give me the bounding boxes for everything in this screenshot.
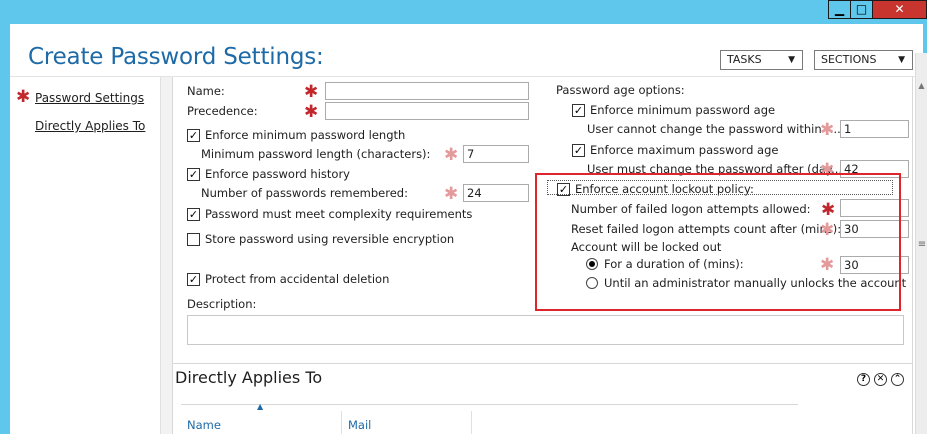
- precedence-label: Precedence:: [187, 104, 258, 118]
- minimize-button[interactable]: ▁: [828, 0, 851, 19]
- sections-dropdown[interactable]: SECTIONS ▼: [814, 50, 913, 70]
- collapse-icon[interactable]: ⌃: [891, 373, 904, 386]
- password-settings-panel: Name: ✱ Precedence: ✱ ✓ Enforce minimum …: [172, 77, 913, 364]
- window-frame-left: [0, 24, 10, 434]
- failed-attempts-label: Number of failed logon attempts allowed:: [571, 202, 811, 216]
- minimize-icon: ▁: [834, 2, 845, 16]
- close-icon: ✕: [894, 2, 905, 16]
- title-bar: ▁ □ ✕: [0, 0, 927, 24]
- enforce-max-age-checkbox[interactable]: ✓: [572, 144, 585, 157]
- chevron-down-icon: ▼: [898, 55, 905, 65]
- sort-ascending-icon: ▲: [257, 402, 264, 411]
- admin-unlock-label: Until an administrator manually unlocks …: [604, 276, 907, 290]
- enforce-max-age-label: Enforce maximum password age: [590, 143, 779, 157]
- nav-item-label: Password Settings: [35, 91, 145, 105]
- enforce-min-length-checkbox[interactable]: ✓: [187, 129, 200, 142]
- page-title: Create Password Settings:: [28, 44, 324, 70]
- protect-deletion-label: Protect from accidental deletion: [205, 272, 390, 286]
- description-label: Description:: [187, 297, 257, 311]
- enforce-lockout-label: Enforce account lockout policy:: [575, 182, 754, 196]
- duration-label: For a duration of (mins):: [604, 257, 744, 271]
- max-age-input[interactable]: 42: [840, 160, 909, 178]
- history-label: Number of passwords remembered:: [201, 186, 408, 200]
- name-input[interactable]: [325, 82, 529, 100]
- dialog-body: Create Password Settings: TASKS ▼ SECTIO…: [10, 24, 923, 434]
- enforce-lockout-checkbox[interactable]: ✓: [557, 183, 570, 196]
- applies-to-grid-header: ▲ Name Mail: [181, 402, 798, 434]
- restore-button[interactable]: □: [850, 0, 873, 19]
- section-title: Directly Applies To: [175, 368, 323, 387]
- nav-item-password-settings[interactable]: Password Settings: [35, 91, 144, 105]
- required-icon: ✱: [820, 160, 835, 180]
- duration-input[interactable]: 30: [840, 256, 909, 274]
- required-icon: ✱: [16, 87, 31, 107]
- duration-radio[interactable]: [586, 258, 598, 270]
- history-input[interactable]: 24: [463, 184, 529, 202]
- password-age-options-label: Password age options:: [556, 83, 685, 97]
- required-icon: ✱: [444, 184, 459, 204]
- directly-applies-to-section: Directly Applies To ? ✕ ⌃ ▲ Name Mail: [172, 363, 913, 434]
- enforce-min-age-checkbox[interactable]: ✓: [572, 104, 585, 117]
- enforce-min-age-label: Enforce minimum password age: [590, 103, 776, 117]
- tasks-dropdown[interactable]: TASKS ▼: [720, 50, 803, 70]
- enforce-history-checkbox[interactable]: ✓: [187, 168, 200, 181]
- vertical-scrollbar[interactable]: ▲ ≡: [915, 53, 927, 434]
- reset-count-input[interactable]: 30: [840, 220, 909, 238]
- reversible-encryption-checkbox[interactable]: [187, 233, 200, 246]
- min-length-input[interactable]: 7: [463, 145, 529, 163]
- enforce-min-length-label: Enforce minimum password length: [205, 128, 406, 142]
- min-age-input[interactable]: 1: [840, 120, 909, 138]
- required-icon: ✱: [820, 120, 835, 140]
- restore-icon: □: [855, 2, 868, 16]
- column-divider: [341, 411, 342, 434]
- min-length-label: Minimum password length (characters):: [201, 147, 431, 161]
- window-controls: ▁ □ ✕: [828, 0, 927, 19]
- required-icon: ✱: [820, 220, 835, 240]
- sections-label: SECTIONS: [821, 53, 877, 66]
- nav-item-label: Directly Applies To: [35, 119, 146, 133]
- required-icon: ✱: [304, 102, 319, 122]
- scroll-grip-icon[interactable]: ≡: [917, 240, 927, 250]
- chevron-down-icon: ▼: [788, 55, 795, 65]
- name-label: Name:: [187, 84, 225, 98]
- column-header-name[interactable]: Name: [187, 418, 221, 432]
- column-divider: [471, 411, 472, 434]
- min-age-label: User cannot change the password within (…: [587, 122, 841, 136]
- close-section-icon[interactable]: ✕: [874, 373, 887, 386]
- protect-deletion-checkbox[interactable]: ✓: [187, 273, 200, 286]
- complexity-label: Password must meet complexity requiremen…: [205, 207, 473, 221]
- required-icon: ✱: [444, 145, 459, 165]
- description-textarea[interactable]: [187, 315, 904, 345]
- reset-count-label: Reset failed logon attempts count after …: [571, 222, 842, 236]
- required-icon: ✱: [821, 200, 836, 220]
- required-icon: ✱: [820, 255, 835, 275]
- admin-unlock-radio[interactable]: [586, 277, 598, 289]
- tasks-label: TASKS: [727, 53, 762, 66]
- column-header-mail[interactable]: Mail: [348, 418, 371, 432]
- locked-out-label: Account will be locked out: [571, 240, 722, 254]
- nav-item-directly-applies-to[interactable]: Directly Applies To: [35, 119, 145, 133]
- max-age-label: User must change the password after (day…: [587, 162, 843, 176]
- enforce-history-label: Enforce password history: [205, 167, 350, 181]
- help-icon[interactable]: ?: [857, 373, 870, 386]
- scroll-up-icon[interactable]: ▲: [916, 81, 927, 90]
- precedence-input[interactable]: [325, 102, 529, 120]
- failed-attempts-input[interactable]: [840, 199, 909, 217]
- required-icon: ✱: [304, 82, 319, 102]
- reversible-encryption-label: Store password using reversible encrypti…: [205, 232, 455, 246]
- complexity-checkbox[interactable]: ✓: [187, 208, 200, 221]
- close-window-button[interactable]: ✕: [872, 0, 927, 19]
